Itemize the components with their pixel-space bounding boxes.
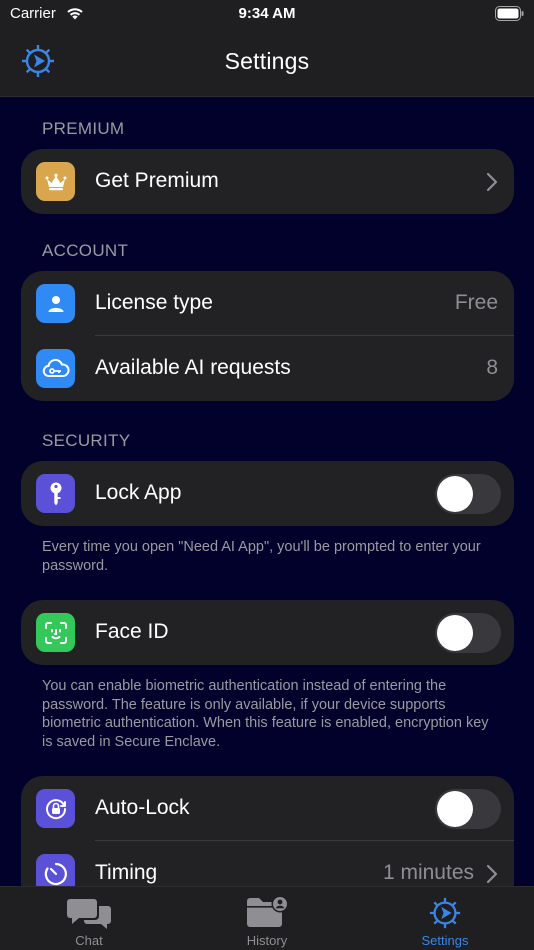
key-icon (36, 474, 75, 513)
ai-requests-value: 8 (486, 356, 498, 379)
tab-settings[interactable]: Settings (356, 887, 534, 950)
face-id-label: Face ID (95, 620, 169, 643)
chevron-right-icon (486, 864, 498, 884)
face-id-toggle[interactable] (435, 613, 501, 653)
lock-app-group: Lock App (21, 461, 514, 526)
timing-value: 1 minutes (382, 861, 474, 884)
auto-lock-row: Auto-Lock (21, 776, 514, 841)
tab-history-label: History (246, 933, 288, 948)
timing-row[interactable]: Timing 1 minutes (21, 841, 514, 886)
lock-app-footnote: Every time you open "Need AI App", you'l… (42, 539, 481, 574)
toggle-knob (437, 615, 473, 651)
license-type-value: Free (454, 291, 498, 314)
toggle-knob (437, 791, 473, 827)
status-bar: Carrier 9:34 AM (0, 0, 534, 28)
tab-chat-label: Chat (75, 933, 103, 948)
tab-settings-label: Settings (421, 933, 469, 948)
person-icon (36, 284, 75, 323)
timing-label: Timing (95, 861, 158, 884)
battery-icon (495, 6, 524, 21)
face-id-group: Face ID (21, 600, 514, 665)
lock-app-toggle[interactable] (435, 474, 501, 514)
lock-app-row: Lock App (21, 461, 514, 526)
account-group: License type Free Available AI requests … (21, 271, 514, 401)
gear-icon (429, 897, 461, 929)
tab-history[interactable]: History (178, 887, 356, 950)
settings-content[interactable]: PREMIUM Get Premium ACCOUNT License type… (0, 97, 534, 886)
top-bar: Carrier 9:34 AM Settings (0, 0, 534, 97)
folder-person-icon (247, 895, 289, 927)
toggle-knob (437, 476, 473, 512)
face-id-footnote: You can enable biometric authentication … (42, 678, 489, 750)
auto-lock-group: Auto-Lock Timing 1 minutes (21, 776, 514, 886)
chevron-right-icon (486, 172, 498, 192)
chat-bubbles-icon (67, 899, 111, 929)
crown-icon (36, 162, 75, 201)
auto-lock-toggle[interactable] (435, 789, 501, 829)
tab-chat[interactable]: Chat (0, 887, 178, 950)
section-header-premium: PREMIUM (42, 119, 125, 138)
ai-requests-label: Available AI requests (95, 356, 291, 379)
page-title: Settings (224, 48, 310, 74)
status-time: 9:34 AM (238, 5, 296, 22)
section-header-security: SECURITY (42, 431, 131, 450)
get-premium-row[interactable]: Get Premium (21, 149, 514, 214)
auto-lock-label: Auto-Lock (95, 796, 190, 819)
face-id-icon (36, 613, 75, 652)
cloud-key-icon (36, 349, 75, 388)
lock-app-label: Lock App (95, 481, 182, 504)
license-type-row[interactable]: License type Free (21, 271, 514, 336)
auto-lock-icon (36, 789, 75, 828)
get-premium-label: Get Premium (95, 169, 219, 192)
premium-group: Get Premium (21, 149, 514, 214)
tab-bar: Chat History Settings (0, 886, 534, 950)
section-header-account: ACCOUNT (42, 241, 129, 260)
timer-icon (36, 854, 75, 886)
face-id-row: Face ID (21, 600, 514, 665)
ai-requests-row[interactable]: Available AI requests 8 (21, 336, 514, 401)
license-type-label: License type (95, 291, 213, 314)
